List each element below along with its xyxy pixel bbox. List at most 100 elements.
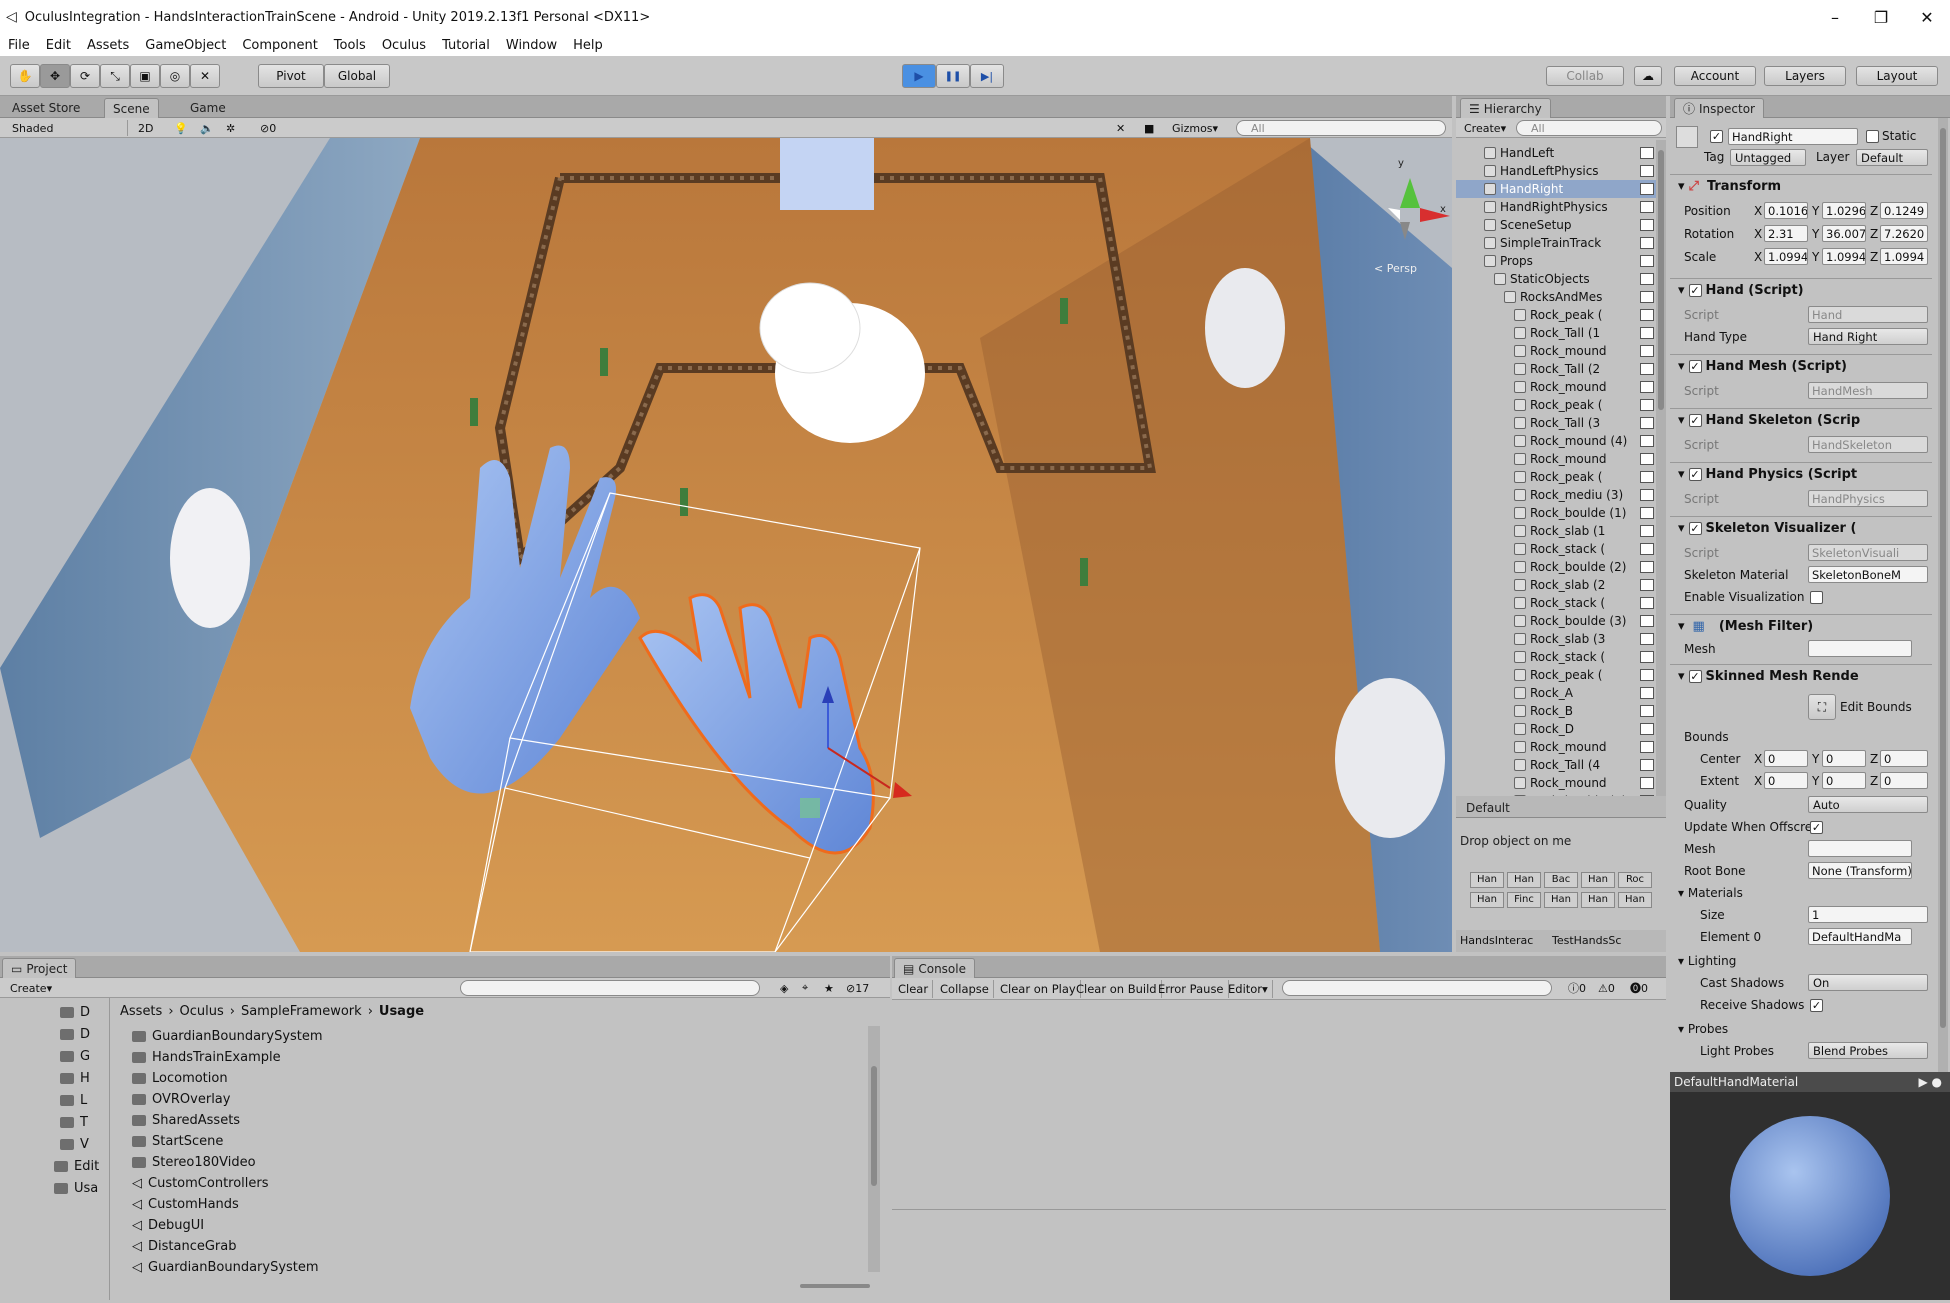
layer-toggle-icon[interactable] [1640, 183, 1654, 195]
rect-tool-icon[interactable]: ▣ [130, 64, 160, 88]
pivot-toggle[interactable]: Pivot [258, 64, 324, 88]
layer-toggle-icon[interactable] [1640, 507, 1654, 519]
menu-file[interactable]: File [0, 38, 38, 53]
hierarchy-create-dropdown[interactable]: Create ▾ [1460, 120, 1510, 136]
tree-item[interactable]: Edit [54, 1156, 99, 1176]
menu-window[interactable]: Window [498, 38, 565, 53]
breadcrumb-usage[interactable]: Usage [379, 1004, 424, 1019]
play-button[interactable]: ▶ [902, 64, 936, 88]
tab-scene[interactable]: Scene [104, 98, 159, 118]
asset-list-item[interactable]: OVROverlay [132, 1089, 230, 1109]
global-toggle[interactable]: Global [324, 64, 390, 88]
error-count-toggle[interactable]: ⓿0 [1626, 980, 1652, 996]
quality-dropdown[interactable]: Auto [1808, 796, 1928, 813]
tree-item[interactable]: D [60, 1024, 90, 1044]
materials-foldout[interactable]: ▾ Materials [1678, 886, 1743, 900]
lighting-foldout[interactable]: ▾ Lighting [1678, 954, 1736, 968]
menu-assets[interactable]: Assets [79, 38, 137, 53]
hierarchy-row[interactable]: Props [1456, 252, 1666, 270]
asset-list-item[interactable]: ◁ DebugUI [132, 1215, 204, 1235]
hierarchy-row[interactable]: Rock_mediu (3) [1456, 486, 1666, 504]
root-bone-field[interactable]: None (Transform) [1808, 862, 1912, 879]
camera-icon[interactable]: ■ [1140, 120, 1158, 136]
console-clear-on-build-button[interactable]: Clear on Build [1072, 980, 1162, 998]
scene-tab-hands-interaction[interactable]: HandsInterac [1460, 934, 1533, 947]
console-collapse-button[interactable]: Collapse [936, 980, 994, 998]
mini-tab[interactable]: Roc [1618, 872, 1652, 888]
layer-toggle-icon[interactable] [1640, 615, 1654, 627]
static-checkbox[interactable] [1866, 130, 1879, 143]
material-preview[interactable] [1670, 1092, 1950, 1300]
hierarchy-row[interactable]: Rock_Tall (3 [1456, 414, 1666, 432]
move-tool-icon[interactable]: ✥ [40, 64, 70, 88]
position-z-field[interactable]: 0.1249 [1880, 202, 1928, 219]
position-y-field[interactable]: 1.0296 [1822, 202, 1866, 219]
mini-tab[interactable]: Bac [1544, 872, 1578, 888]
layer-toggle-icon[interactable] [1640, 561, 1654, 573]
layer-toggle-icon[interactable] [1640, 471, 1654, 483]
mini-tab[interactable]: Han [1581, 872, 1615, 888]
tree-item[interactable]: Usa [54, 1178, 98, 1198]
hierarchy-row[interactable]: SimpleTrainTrack [1456, 234, 1666, 252]
info-count-toggle[interactable]: ⓘ 0 [1564, 980, 1590, 996]
layer-toggle-icon[interactable] [1640, 417, 1654, 429]
asset-list-item[interactable]: HandsTrainExample [132, 1047, 281, 1067]
layer-toggle-icon[interactable] [1640, 723, 1654, 735]
mini-tab[interactable]: Han [1507, 872, 1541, 888]
hand-type-dropdown[interactable]: Hand Right [1808, 328, 1928, 345]
scene-tab-test-hands[interactable]: TestHandsSc [1552, 934, 1621, 947]
filter-label-icon[interactable]: ⌖ [798, 980, 812, 996]
console-error-pause-button[interactable]: Error Pause [1154, 980, 1229, 998]
tab-project[interactable]: ▭ Project [2, 958, 77, 978]
scene-search-input[interactable]: All [1236, 120, 1446, 136]
tab-default-layer[interactable]: Default [1458, 798, 1518, 818]
preview-play-icon[interactable]: ▶ ● [1918, 1075, 1942, 1089]
gizmos-dropdown[interactable]: Gizmos ▾ [1168, 120, 1222, 136]
mesh-filter-mesh-field[interactable] [1808, 640, 1912, 657]
skeleton-visualizer-header[interactable]: ▾ ✓ Skeleton Visualizer ( [1670, 516, 1932, 540]
hierarchy-row[interactable]: StaticObjects [1456, 270, 1666, 288]
hierarchy-row[interactable]: Rock_Tall (4 [1456, 756, 1666, 774]
layer-toggle-icon[interactable] [1640, 147, 1654, 159]
hierarchy-row[interactable]: Rock_slab (3 [1456, 630, 1666, 648]
hand-script-header[interactable]: ▾ ✓ Hand (Script) [1670, 278, 1932, 302]
maximize-button[interactable]: ❐ [1858, 0, 1904, 34]
minimize-button[interactable]: – [1812, 0, 1858, 34]
tools-icon[interactable]: ✕ [1112, 120, 1129, 136]
lighting-toggle-icon[interactable]: 💡 [170, 120, 192, 136]
menu-tools[interactable]: Tools [326, 38, 374, 53]
rotation-y-field[interactable]: 36.007 [1822, 225, 1866, 242]
skeleton-visualizer-enabled-checkbox[interactable]: ✓ [1688, 522, 1702, 535]
layer-toggle-icon[interactable] [1640, 309, 1654, 321]
skinned-mesh-field[interactable] [1808, 840, 1912, 857]
layer-toggle-icon[interactable] [1640, 327, 1654, 339]
layer-toggle-icon[interactable] [1640, 399, 1654, 411]
mini-tab[interactable]: Han [1470, 872, 1504, 888]
layer-toggle-icon[interactable] [1640, 525, 1654, 537]
console-detail-area[interactable] [892, 1211, 1666, 1300]
hidden-packages-icon[interactable]: ⊘ 17 [842, 980, 873, 996]
hierarchy-row[interactable]: HandLeft [1456, 144, 1666, 162]
layer-toggle-icon[interactable] [1640, 237, 1654, 249]
close-button[interactable]: ✕ [1904, 0, 1950, 34]
hand-physics-enabled-checkbox[interactable]: ✓ [1688, 468, 1702, 481]
drop-hint[interactable]: Drop object on me [1460, 834, 1571, 848]
hand-physics-header[interactable]: ▾ ✓ Hand Physics (Script [1670, 462, 1932, 486]
inspector-scrollbar[interactable] [1938, 118, 1948, 1078]
mini-tab[interactable]: Han [1544, 892, 1578, 908]
preview-header[interactable]: DefaultHandMaterial ▶ ● [1670, 1072, 1950, 1092]
probes-foldout[interactable]: ▾ Probes [1678, 1022, 1728, 1036]
hierarchy-row[interactable]: RocksAndMes [1456, 288, 1666, 306]
materials-size-field[interactable]: 1 [1808, 906, 1928, 923]
position-x-field[interactable]: 0.1016 [1764, 202, 1808, 219]
hierarchy-row[interactable]: Rock_boulde (3) [1456, 612, 1666, 630]
hierarchy-search-input[interactable]: All [1516, 120, 1662, 136]
tree-item[interactable]: H [60, 1068, 90, 1088]
asset-list-item[interactable]: ◁ CustomHands [132, 1194, 239, 1214]
hierarchy-row[interactable]: Rock_slab (1 [1456, 522, 1666, 540]
layer-toggle-icon[interactable] [1640, 669, 1654, 681]
console-search-input[interactable] [1282, 980, 1552, 996]
breadcrumb-oculus[interactable]: Oculus [180, 1004, 224, 1019]
hierarchy-row[interactable]: Rock_boulde (1) [1456, 504, 1666, 522]
favorite-star-icon[interactable]: ★ [820, 980, 838, 996]
